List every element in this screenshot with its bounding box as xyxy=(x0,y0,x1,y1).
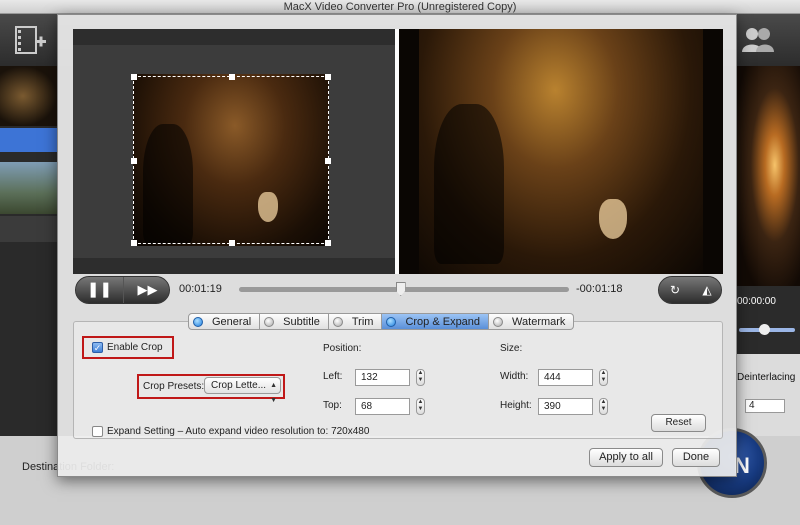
tab-watermark[interactable]: Watermark xyxy=(489,313,575,330)
tab-dot-icon xyxy=(193,316,203,327)
crop-presets-label: Crop Presets: xyxy=(143,381,205,392)
volume-slider[interactable] xyxy=(739,324,795,335)
video-selection-bar[interactable] xyxy=(0,128,57,152)
tab-subtitle[interactable]: Subtitle xyxy=(260,313,329,330)
pause-icon: ❚❚ xyxy=(86,281,113,298)
expand-resolution-value: 720x480 xyxy=(331,426,370,437)
fast-forward-icon: ▶▶ xyxy=(137,282,158,297)
tab-trim[interactable]: Trim xyxy=(328,313,383,330)
settings-panel: ✓ Enable Crop Crop Presets: Crop Lette..… xyxy=(73,321,723,439)
tab-label: Trim xyxy=(351,315,374,328)
height-input[interactable]: 390 xyxy=(538,398,593,415)
window-title: MacX Video Converter Pro (Unregistered C… xyxy=(0,0,800,14)
video-list xyxy=(0,66,57,436)
left-input[interactable]: 132 xyxy=(355,369,410,386)
users-icon[interactable] xyxy=(740,24,780,58)
done-button[interactable]: Done xyxy=(672,448,720,467)
source-preview xyxy=(73,29,395,274)
crop-dialog: ❚❚ ▶▶ 00:01:19 -00:01:18 ↻ ◭ ✓ Enable Cr… xyxy=(57,14,737,477)
crop-handle-ml[interactable] xyxy=(131,158,137,164)
width-stepper[interactable]: ▲ ▼ xyxy=(599,369,608,386)
crop-handle-tl[interactable] xyxy=(131,74,137,80)
tab-general[interactable]: General xyxy=(188,313,261,330)
seek-bar[interactable] xyxy=(239,282,569,296)
crop-handle-tr[interactable] xyxy=(325,74,331,80)
crop-presets-value: Crop Lette... xyxy=(211,380,267,391)
hand xyxy=(599,199,627,239)
transport-bar: ❚❚ ▶▶ 00:01:19 -00:01:18 ↻ ◭ xyxy=(73,274,723,304)
crop-handle-tm[interactable] xyxy=(229,74,235,80)
enable-crop-label: Enable Crop xyxy=(107,342,163,353)
video-thumbnail[interactable] xyxy=(0,66,57,126)
cpu-core-select[interactable]: 4 xyxy=(745,399,785,413)
flip-button[interactable]: ◭ xyxy=(691,277,721,303)
remaining-time: -00:01:18 xyxy=(576,283,623,295)
fast-forward-button[interactable]: ▶▶ xyxy=(124,277,169,303)
size-label: Size: xyxy=(500,343,523,354)
crop-presets-select[interactable]: Crop Lette... ▲ ▼ xyxy=(204,377,281,404)
pause-button[interactable]: ❚❚ xyxy=(76,277,123,303)
tab-label: Crop & Expand xyxy=(405,315,481,328)
preview-image xyxy=(737,66,800,286)
height-label: Height: xyxy=(500,400,532,411)
output-preview xyxy=(399,29,723,274)
tab-crop-expand[interactable]: Crop & Expand xyxy=(382,313,490,330)
tab-dot-icon xyxy=(493,316,504,327)
position-label: Position: xyxy=(323,343,362,354)
tab-label: Watermark xyxy=(512,315,566,328)
reset-button[interactable]: Reset xyxy=(651,414,706,432)
right-preview-panel: 00:00:00 Deinterlacing 4 xyxy=(737,66,800,449)
video-list-item[interactable] xyxy=(0,216,57,242)
crop-handle-mr[interactable] xyxy=(325,158,331,164)
expand-setting-checkbox[interactable] xyxy=(92,426,103,437)
tab-label: Subtitle xyxy=(283,315,320,328)
output-video-image xyxy=(419,29,703,274)
crop-selection-box[interactable] xyxy=(131,74,331,246)
apply-to-all-button[interactable]: Apply to all xyxy=(589,448,663,467)
deinterlacing-label: Deinterlacing xyxy=(737,372,796,383)
crop-handle-bm[interactable] xyxy=(229,240,235,246)
seek-knob[interactable] xyxy=(395,282,406,296)
playback-controls: ❚❚ ▶▶ xyxy=(75,276,170,304)
preview-area xyxy=(73,29,723,274)
top-input[interactable]: 68 xyxy=(355,398,410,415)
select-arrows-icon: ▲ ▼ xyxy=(270,382,277,404)
top-label: Top: xyxy=(323,400,342,411)
tab-dot-icon xyxy=(264,316,275,327)
top-stepper[interactable]: ▲ ▼ xyxy=(416,398,425,415)
left-label: Left: xyxy=(323,371,343,382)
rotate-icon: ↻ xyxy=(669,283,681,297)
flip-icon: ◭ xyxy=(702,283,712,297)
crop-handle-bl[interactable] xyxy=(131,240,137,246)
expand-setting-label: Expand Setting – Auto expand video resol… xyxy=(107,426,369,437)
tab-label: General xyxy=(212,315,252,328)
settings-tabs: General Subtitle Trim Crop & Expand Wate… xyxy=(188,313,575,330)
left-stepper[interactable]: ▲ ▼ xyxy=(416,369,425,386)
silhouette xyxy=(434,104,504,264)
crop-handle-br[interactable] xyxy=(325,240,331,246)
current-time: 00:01:19 xyxy=(179,283,222,295)
rotate-button[interactable]: ↻ xyxy=(659,277,691,303)
tab-dot-icon xyxy=(332,316,343,327)
width-input[interactable]: 444 xyxy=(538,369,593,386)
width-label: Width: xyxy=(500,371,529,382)
preview-time: 00:00:00 xyxy=(737,296,776,307)
transform-controls: ↻ ◭ xyxy=(658,276,722,304)
slider-knob[interactable] xyxy=(759,324,770,335)
video-thumbnail[interactable] xyxy=(0,162,57,214)
add-video-icon[interactable] xyxy=(12,24,52,58)
expand-setting-text: Expand Setting – Auto expand video resol… xyxy=(107,426,329,437)
enable-crop-checkbox[interactable]: ✓ xyxy=(92,342,103,353)
tab-dot-icon xyxy=(386,316,397,327)
height-stepper[interactable]: ▲ ▼ xyxy=(599,398,608,415)
